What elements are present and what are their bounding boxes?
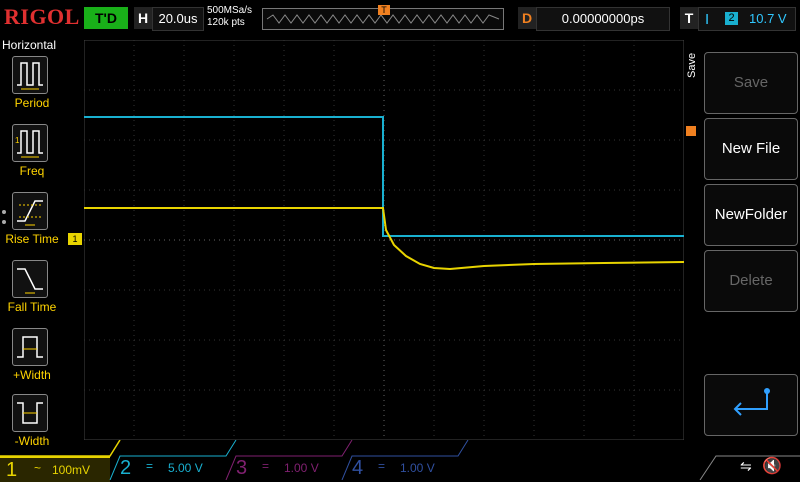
rise-time-label: Rise Time xyxy=(5,232,59,246)
measure-period[interactable]: Period xyxy=(0,56,64,122)
menu-title: Horizontal xyxy=(2,38,57,52)
trigger-level: 10.7 V xyxy=(749,11,787,26)
horizontal-label: H xyxy=(134,7,152,29)
measure-rise-time[interactable]: Rise Time xyxy=(0,192,64,258)
rigol-logo: RIGOL xyxy=(4,4,80,29)
delay-label: D xyxy=(518,7,536,29)
run-status-badge[interactable]: T'D xyxy=(84,7,128,29)
measure-positive-width[interactable]: +Width xyxy=(0,328,64,394)
fall-time-label: Fall Time xyxy=(7,300,57,314)
waveform-grid xyxy=(83,39,685,441)
trigger-level-marker[interactable] xyxy=(686,126,696,136)
positive-width-icon xyxy=(12,328,48,366)
channel-tab-outlines xyxy=(0,440,800,480)
waveform-display[interactable] xyxy=(83,39,685,441)
save-button[interactable]: Save xyxy=(704,52,798,114)
measure-frequency[interactable]: 1 Freq xyxy=(0,124,64,190)
positive-width-label: +Width xyxy=(13,368,51,382)
frequency-icon: 1 xyxy=(12,124,48,162)
usb-icon: ⇋ xyxy=(740,458,752,474)
delay-value[interactable]: 0.00000000ps xyxy=(536,7,670,31)
trigger-settings[interactable]: ⵏ 2 10.7 V xyxy=(698,7,796,31)
speaker-muted-icon[interactable]: 🔇 xyxy=(762,456,782,476)
measure-fall-time[interactable]: Fall Time xyxy=(0,260,64,326)
acquisition-info: 500MSa/s 120k pts xyxy=(207,5,252,29)
negative-width-icon xyxy=(12,394,48,432)
memory-depth: 120k pts xyxy=(207,17,245,28)
ch1-offset-marker[interactable]: 1 xyxy=(68,233,82,245)
selection-indicator xyxy=(2,210,6,214)
trigger-position-marker: T xyxy=(378,5,390,15)
sample-rate: 500MSa/s xyxy=(207,5,253,16)
channel-bar: 1 ~ 100mV 2 = 5.00 V 3 = 1.00 V 4 = 1.00… xyxy=(0,440,800,482)
delete-button[interactable]: Delete xyxy=(704,250,798,312)
rise-time-icon xyxy=(12,192,48,230)
period-label: Period xyxy=(14,96,50,110)
frequency-label: Freq xyxy=(19,164,45,178)
trigger-label: T xyxy=(680,7,698,29)
save-menu: Save New File NewFolder Delete xyxy=(704,40,800,440)
falling-edge-icon: ⵏ xyxy=(705,11,710,27)
new-folder-button[interactable]: NewFolder xyxy=(704,184,798,246)
measure-menu: Horizontal Period 1 Freq Rise Time Fall … xyxy=(0,36,64,454)
fall-time-icon xyxy=(12,260,48,298)
period-icon xyxy=(12,56,48,94)
return-arrow-icon xyxy=(733,388,770,416)
svg-text:1: 1 xyxy=(15,136,20,145)
return-button[interactable] xyxy=(704,374,798,436)
save-menu-title: Save xyxy=(686,52,698,78)
new-file-button[interactable]: New File xyxy=(704,118,798,180)
timebase-value[interactable]: 20.0us xyxy=(152,7,204,31)
selection-indicator xyxy=(2,220,6,224)
top-status-bar: RIGOL T'D H 20.0us 500MSa/s 120k pts T D… xyxy=(0,0,800,36)
trigger-source: 2 xyxy=(725,12,738,25)
